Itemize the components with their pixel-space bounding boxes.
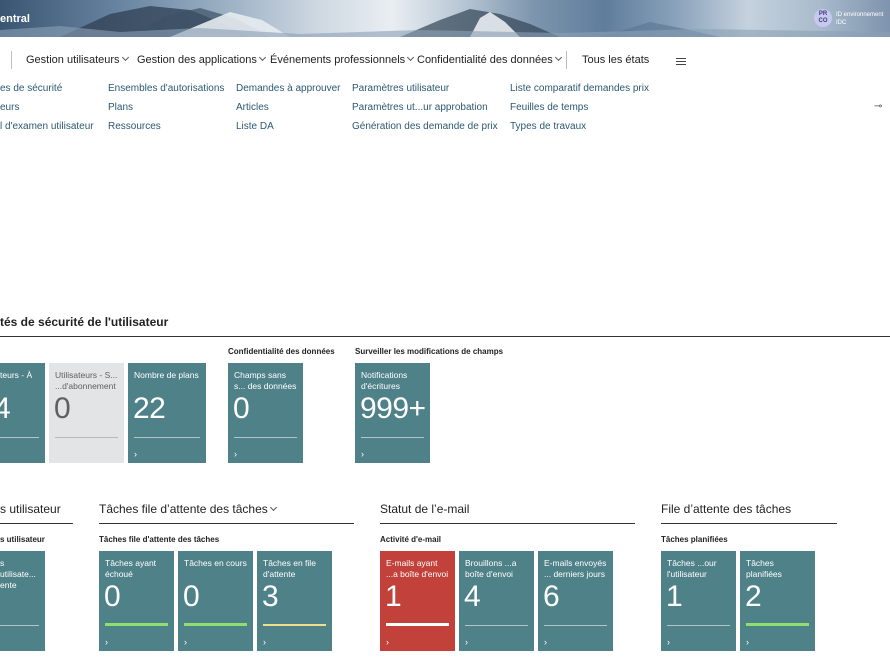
- chevron-right-icon: ›: [544, 637, 547, 647]
- email-activity-label: Activité d'e-mail: [380, 535, 442, 544]
- nav-item-all-states[interactable]: Tous les états: [582, 54, 649, 66]
- group-divider: [380, 523, 635, 524]
- chevron-down-icon: [554, 53, 562, 62]
- nav-divider: [566, 51, 567, 69]
- chevron-down-icon: [407, 53, 415, 62]
- tile-users-pending[interactable]: s utilisate... ente: [0, 551, 45, 651]
- job-queue-tasks-group-label: Tâches file d'attente des tâches: [99, 535, 220, 544]
- tile-users-to[interactable]: teurs - À 4: [0, 363, 45, 463]
- chevron-down-icon: [121, 53, 129, 62]
- link-quote-generation[interactable]: Génération des demande de prix: [352, 121, 498, 132]
- group-divider: [99, 523, 354, 524]
- tile-scheduled-tasks[interactable]: Tâches planifiées 2 ›: [740, 551, 815, 651]
- link-permission-sets[interactable]: Ensembles d'autorisations: [108, 83, 224, 94]
- chevron-right-icon: ›: [386, 637, 389, 647]
- tile-running-tasks[interactable]: Tâches en cours 0 ›: [178, 551, 253, 651]
- chevron-right-icon: ›: [465, 637, 468, 647]
- nav-divider: [11, 51, 12, 69]
- email-status-title: Statut de l’e-mail: [380, 502, 470, 516]
- scheduled-tasks-label: Tâches planifiées: [661, 535, 728, 544]
- link-resources[interactable]: Ressources: [108, 121, 161, 132]
- users-group-title: s utilisateur: [0, 502, 61, 516]
- nav-item-app-management[interactable]: Gestion des applications: [137, 53, 266, 66]
- chevron-right-icon: ›: [105, 637, 108, 647]
- tile-fields-without-sensitivity[interactable]: Champs sans s... des données 0 ›: [228, 363, 303, 463]
- group-divider: [661, 523, 837, 524]
- link-da-list[interactable]: Liste DA: [236, 121, 274, 132]
- users-group-label: s utilisateur: [0, 535, 45, 544]
- tile-queued-tasks[interactable]: Tâches en file d'attente 3 ›: [257, 551, 332, 651]
- environment-info: ID environnement IDC: [836, 12, 884, 26]
- chevron-right-icon: ›: [263, 637, 266, 647]
- chevron-right-icon: ›: [184, 637, 187, 647]
- chevron-right-icon: ›: [134, 449, 137, 459]
- link-users[interactable]: eurs: [0, 102, 19, 113]
- link-security[interactable]: es de sécurité: [0, 83, 62, 94]
- header-banner: entral PR CO ID environnement IDC: [0, 0, 890, 37]
- tile-user-tasks[interactable]: Tâches ...our l'utilisateur 1 ›: [661, 551, 736, 651]
- chevron-right-icon: ›: [746, 637, 749, 647]
- field-monitoring-label: Surveiller les modifications de champs: [355, 347, 504, 356]
- mountain-background: [0, 6, 890, 37]
- nav-item-data-privacy[interactable]: Confidentialité des données: [417, 53, 562, 66]
- chevron-down-icon: [269, 503, 277, 512]
- chevron-right-icon: ›: [234, 449, 237, 459]
- link-plans[interactable]: Plans: [108, 102, 133, 113]
- link-user-review[interactable]: l d'examen utilisateur: [0, 121, 94, 132]
- link-work-types[interactable]: Types de travaux: [510, 121, 586, 132]
- tile-failed-tasks[interactable]: Tâches ayant échoué 0 ›: [99, 551, 174, 651]
- chevron-down-icon: [258, 53, 266, 62]
- nav-item-user-management[interactable]: Gestion utilisateurs: [26, 53, 129, 66]
- section-divider: [0, 336, 890, 337]
- chevron-right-icon: ›: [667, 637, 670, 647]
- app-title[interactable]: entral: [0, 13, 30, 25]
- tile-draft-emails[interactable]: Brouillons ...a boîte d'envoi 4 ›: [459, 551, 534, 651]
- job-queue-tasks-title[interactable]: Tâches file d’attente des tâches: [99, 502, 277, 516]
- link-items[interactable]: Articles: [236, 102, 269, 113]
- pin-icon[interactable]: ⊸: [874, 101, 882, 112]
- tile-sent-emails[interactable]: E-mails envoyés ... derniers jours 6 ›: [538, 551, 613, 651]
- tile-entry-notifications[interactable]: Notifications d'écritures 999+ ›: [355, 363, 430, 463]
- tile-plan-count[interactable]: Nombre de plans 22 ›: [128, 363, 206, 463]
- tile-failed-emails[interactable]: E-mails ayant ...a boîte d'envoi 1 ›: [380, 551, 455, 651]
- nav-item-business-events[interactable]: Événements professionnels: [270, 53, 415, 66]
- user-avatar[interactable]: PR CO: [814, 9, 832, 27]
- link-quote-comparison[interactable]: Liste comparatif demandes prix: [510, 83, 649, 94]
- security-section-title: tés de sécurité de l'utilisateur: [0, 315, 169, 329]
- link-approval-settings[interactable]: Paramètres ut...ur approbation: [352, 102, 488, 113]
- hamburger-menu-icon[interactable]: [676, 58, 686, 67]
- navigation-bar: Gestion utilisateurs Gestion des applica…: [0, 37, 890, 83]
- group-divider: [0, 523, 73, 524]
- link-requests-to-approve[interactable]: Demandes à approuver: [236, 83, 341, 94]
- data-privacy-label: Confidentialité des données: [228, 347, 335, 356]
- link-timesheets[interactable]: Feuilles de temps: [510, 102, 588, 113]
- tile-users-subscription[interactable]: Utilisateurs - S... ...d'abonnement 0: [49, 363, 124, 463]
- link-user-settings[interactable]: Paramètres utilisateur: [352, 83, 449, 94]
- job-queue-title: File d’attente des tâches: [661, 502, 792, 516]
- chevron-right-icon: ›: [361, 449, 364, 459]
